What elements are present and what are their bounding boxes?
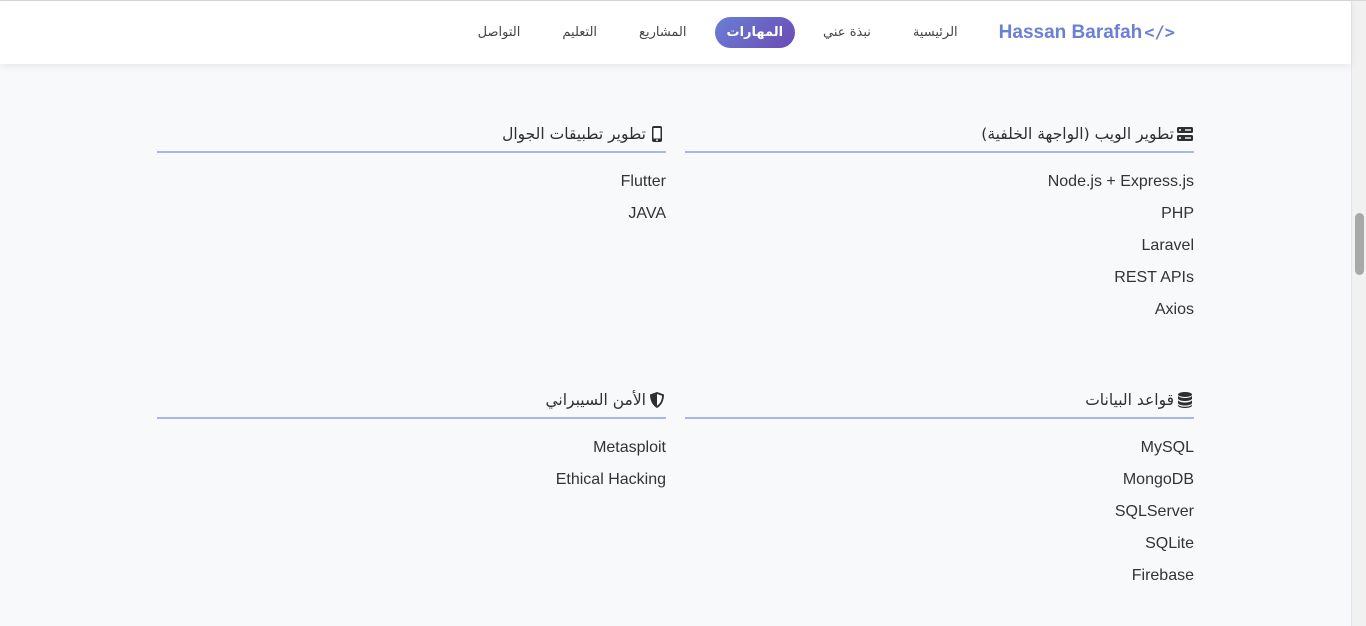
skill-card-title: تطوير الويب (الواجهة الخلفية) xyxy=(981,125,1174,143)
skill-item: SQLite xyxy=(1145,535,1194,552)
skill-item: MongoDB xyxy=(1122,471,1194,488)
skill-item: REST APIs xyxy=(1114,269,1194,286)
skill-card-header: الأمن السيبراني xyxy=(157,387,666,419)
shield-icon xyxy=(650,392,664,408)
skill-item: SQLServer xyxy=(1114,503,1194,520)
nav-bar-inner: Hassan Barafah </> الرئيسية نبذة عني الم… xyxy=(457,1,1175,64)
skill-item: Ethical Hacking xyxy=(555,471,666,488)
brand-code-icon: </> xyxy=(1144,22,1175,43)
skill-item: Axios xyxy=(1154,301,1194,318)
skill-list: Flutter JAVA xyxy=(157,170,666,234)
database-icon xyxy=(1178,392,1192,408)
nav-link-skills[interactable]: المهارات xyxy=(714,17,796,48)
skill-item: Firebase xyxy=(1131,567,1194,584)
skill-card-header: تطوير تطبيقات الجوال xyxy=(157,121,666,153)
page-scrollbar[interactable] xyxy=(1351,1,1366,626)
nav-link-contact[interactable]: التواصل xyxy=(464,18,535,47)
nav-link-projects[interactable]: المشاريع xyxy=(625,18,700,47)
top-navbar: Hassan Barafah </> الرئيسية نبذة عني الم… xyxy=(0,1,1351,64)
skill-list: Node.js + Express.js PHP Laravel REST AP… xyxy=(685,170,1194,330)
scrollbar-thumb[interactable] xyxy=(1355,213,1364,275)
skill-item: MySQL xyxy=(1140,439,1194,456)
skill-card-mobile: تطوير تطبيقات الجوال Flutter JAVA xyxy=(157,121,666,234)
skill-list: Metasploit Ethical Hacking xyxy=(157,436,666,500)
nav-link-home[interactable]: الرئيسية xyxy=(899,18,972,47)
skill-card-header: تطوير الويب (الواجهة الخلفية) xyxy=(685,121,1194,153)
skill-card-databases: قواعد البيانات MySQL MongoDB SQLServer S… xyxy=(685,387,1194,596)
skill-list: MySQL MongoDB SQLServer SQLite Firebase xyxy=(685,436,1194,596)
brand-name: Hassan Barafah xyxy=(998,21,1143,43)
skill-item: Node.js + Express.js xyxy=(1047,173,1194,190)
skill-card-title: الأمن السيبراني xyxy=(545,391,646,409)
nav-link-about[interactable]: نبذة عني xyxy=(809,18,885,47)
skill-card-security: الأمن السيبراني Metasploit Ethical Hacki… xyxy=(157,387,666,500)
skill-item: Flutter xyxy=(620,173,666,190)
skill-item: Metasploit xyxy=(593,439,666,456)
page: Hassan Barafah </> الرئيسية نبذة عني الم… xyxy=(0,0,1366,626)
skill-item: Laravel xyxy=(1141,237,1194,254)
brand-logo-link[interactable]: Hassan Barafah </> xyxy=(999,22,1175,44)
skill-card-title: تطوير تطبيقات الجوال xyxy=(502,125,646,143)
skill-item: JAVA xyxy=(628,205,666,222)
skill-item: PHP xyxy=(1161,205,1194,222)
skill-card-header: قواعد البيانات xyxy=(685,387,1194,419)
server-icon xyxy=(1177,127,1193,141)
nav-link-education[interactable]: التعليم xyxy=(548,18,611,47)
skill-card-title: قواعد البيانات xyxy=(1085,391,1174,409)
mobile-phone-icon xyxy=(652,126,662,142)
skill-card-backend: تطوير الويب (الواجهة الخلفية) Node.js + … xyxy=(685,121,1194,330)
